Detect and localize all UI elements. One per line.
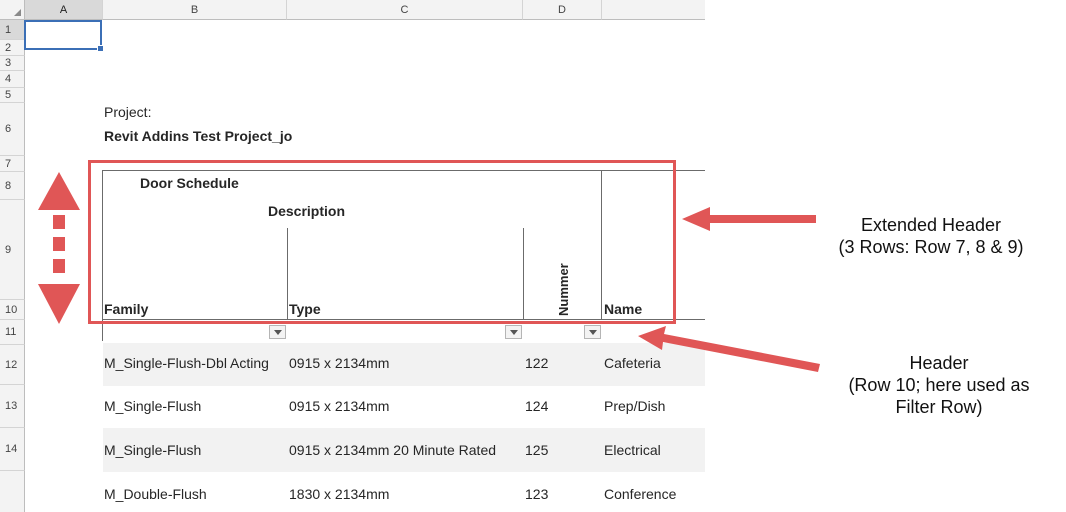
arrow-left-extended-icon: [682, 207, 816, 231]
row-header-8[interactable]: 8: [0, 172, 25, 200]
row-header-1[interactable]: 1: [0, 20, 25, 40]
row-header-15[interactable]: [0, 471, 25, 512]
row-header-5[interactable]: 5: [0, 88, 25, 103]
extended-header-highlight: [88, 160, 676, 324]
row-header-10[interactable]: 10: [0, 300, 25, 320]
annotation-header-detail-2: Filter Row): [895, 397, 983, 417]
cell-name-row12[interactable]: Prep/Dish: [604, 398, 665, 414]
project-label: Project:: [104, 104, 152, 120]
cell-nummer-row12[interactable]: 124: [525, 398, 548, 414]
cell-family-row14[interactable]: M_Double-Flush: [104, 486, 207, 502]
column-header-d[interactable]: D: [523, 0, 602, 20]
cell-type-row13[interactable]: 0915 x 2134mm 20 Minute Rated: [289, 442, 523, 458]
cell-family-row13[interactable]: M_Single-Flush: [104, 442, 201, 458]
cell-family-row11[interactable]: M_Single-Flush-Dbl Acting: [104, 355, 287, 371]
filter-dropdown-type[interactable]: [505, 325, 522, 339]
annotation-extended-title: Extended Header: [860, 215, 1002, 235]
row-header-12[interactable]: 12: [0, 345, 25, 385]
cell-nummer-row13[interactable]: 125: [525, 442, 548, 458]
vertical-double-arrow-icon: [38, 172, 80, 324]
cell-nummer-row11[interactable]: 122: [525, 355, 548, 371]
row-header-13[interactable]: 13: [0, 385, 25, 428]
select-all-corner[interactable]: [0, 0, 25, 20]
row-header-11[interactable]: 11: [0, 320, 25, 345]
cell-name-row13[interactable]: Electrical: [604, 442, 661, 458]
column-header-a[interactable]: A: [25, 0, 103, 20]
row-header-2[interactable]: 2: [0, 40, 25, 56]
annotation-header-detail-1: (Row 10; here used as: [848, 375, 1030, 395]
arrow-left-header-icon: [638, 326, 820, 372]
project-name: Revit Addins Test Project_jo: [104, 128, 293, 144]
row-header-7[interactable]: 7: [0, 156, 25, 172]
column-header-b[interactable]: B: [103, 0, 287, 20]
filter-dropdown-nummer[interactable]: [584, 325, 601, 339]
row-header-6[interactable]: 6: [0, 103, 25, 156]
cell-type-row14[interactable]: 1830 x 2134mm: [289, 486, 389, 502]
cell-family-row12[interactable]: M_Single-Flush: [104, 398, 201, 414]
cell-nummer-row14[interactable]: 123: [525, 486, 548, 502]
active-cell-a1[interactable]: [24, 20, 104, 52]
cell-type-row11[interactable]: 0915 x 2134mm: [289, 355, 389, 371]
row-header-4[interactable]: 4: [0, 71, 25, 88]
annotation-extended-header: Extended Header (3 Rows: Row 7, 8 & 9): [800, 214, 1062, 258]
annotation-header-title: Header: [909, 353, 969, 373]
column-header-e[interactable]: [602, 0, 705, 20]
row-header-9[interactable]: 9: [0, 200, 25, 300]
filter-dropdown-family[interactable]: [269, 325, 286, 339]
column-header-c[interactable]: C: [287, 0, 523, 20]
annotation-extended-detail: (3 Rows: Row 7, 8 & 9): [838, 237, 1024, 257]
cell-name-row14[interactable]: Conference: [604, 486, 676, 502]
row-header-3[interactable]: 3: [0, 56, 25, 71]
annotation-header: Header (Row 10; here used as Filter Row): [816, 352, 1062, 418]
cell-type-row12[interactable]: 0915 x 2134mm: [289, 398, 389, 414]
row-header-14[interactable]: 14: [0, 428, 25, 471]
